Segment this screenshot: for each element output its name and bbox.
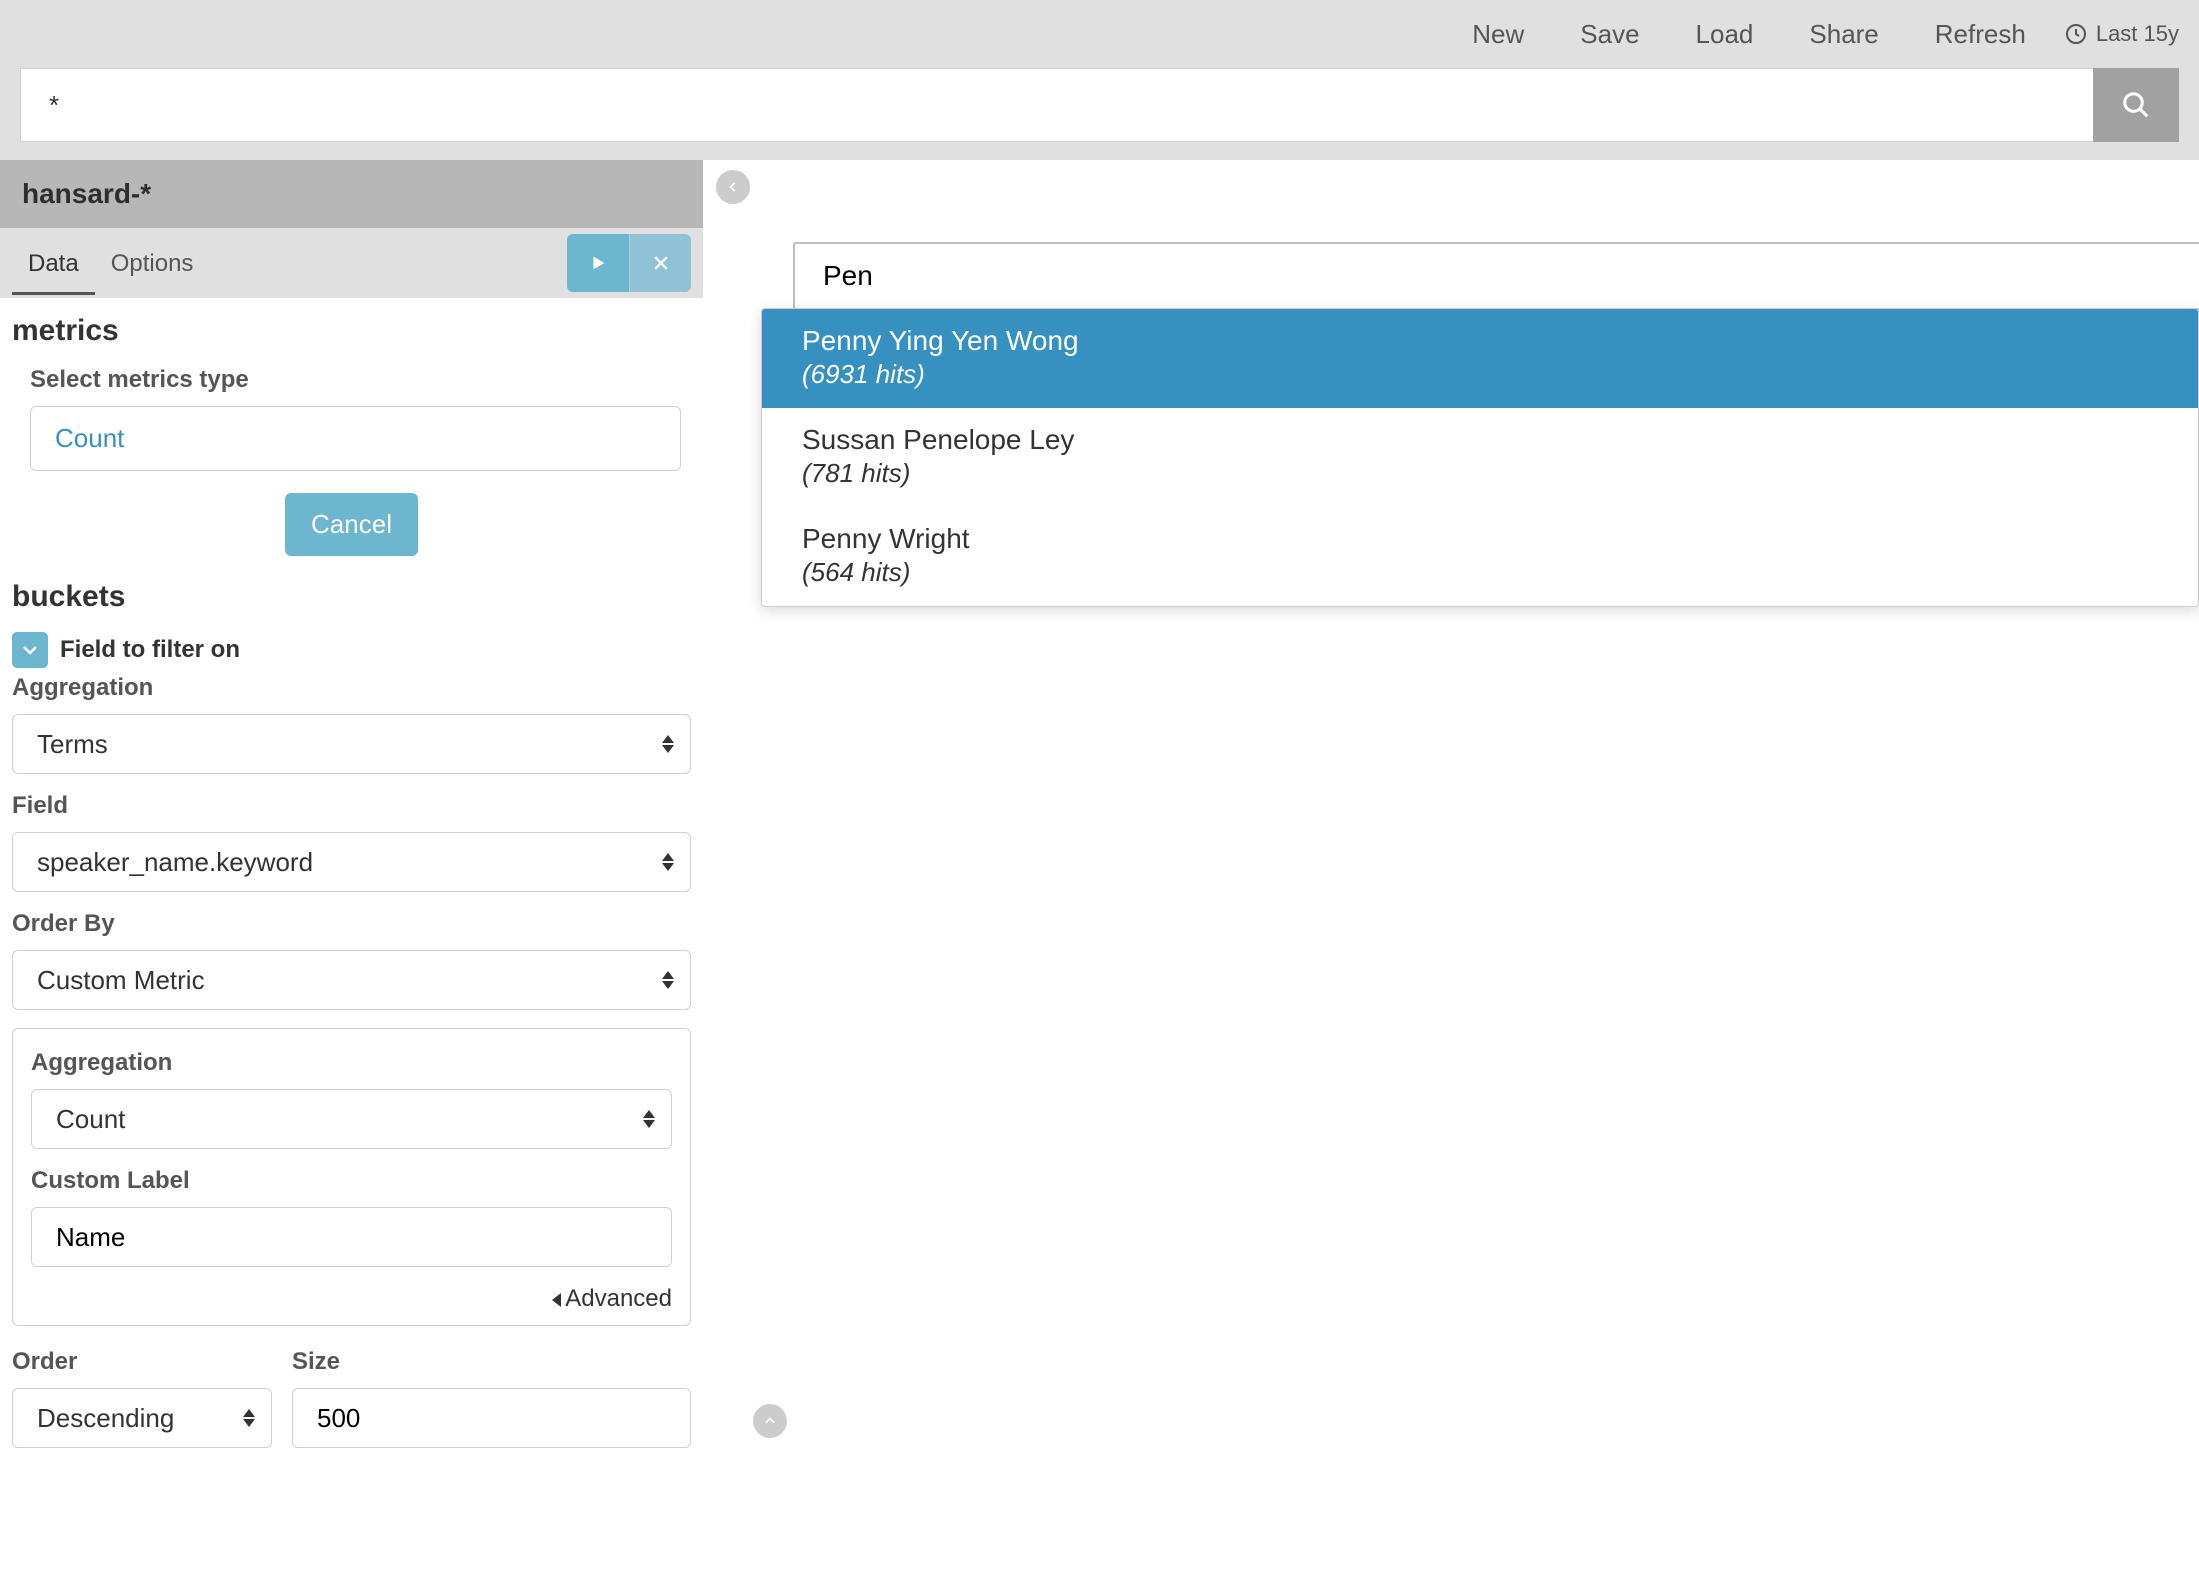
tabs-row: Data Options (0, 228, 703, 298)
bucket-toggle[interactable] (12, 632, 48, 668)
menu-share[interactable]: Share (1781, 19, 1906, 50)
aggregation-select[interactable]: Terms (12, 714, 691, 774)
bucket-filter-row: Field to filter on (12, 632, 691, 668)
order-select[interactable]: Descending (12, 1388, 272, 1448)
discard-button[interactable] (629, 234, 691, 292)
field-label: Field (12, 792, 691, 820)
top-toolbar: New Save Load Share Refresh Last 15y (0, 0, 2199, 68)
autocomplete-input[interactable] (823, 260, 2171, 292)
chevron-up-icon (763, 1414, 777, 1428)
content-area: Penny Ying Yen Wong (6931 hits) Sussan P… (763, 160, 2199, 1448)
sub-aggregation-label: Aggregation (31, 1049, 672, 1077)
field-value: speaker_name.keyword (37, 847, 313, 878)
custom-label-input[interactable] (31, 1207, 672, 1267)
tab-data[interactable]: Data (12, 232, 95, 295)
menu-new[interactable]: New (1444, 19, 1552, 50)
caret-left-icon (552, 1293, 561, 1307)
aggregation-label: Aggregation (12, 674, 691, 702)
advanced-label: Advanced (565, 1285, 672, 1312)
search-icon (2121, 90, 2151, 120)
autocomplete-dropdown: Penny Ying Yen Wong (6931 hits) Sussan P… (761, 308, 2199, 607)
autocomplete-item-hits: (6931 hits) (802, 359, 2158, 390)
tab-actions (567, 234, 691, 292)
select-caret-icon (643, 1110, 655, 1128)
autocomplete-item[interactable]: Penny Wright (564 hits) (762, 507, 2198, 606)
custom-metric-panel: Aggregation Count Custom Label Advanced (12, 1028, 691, 1326)
autocomplete-item-name: Penny Ying Yen Wong (802, 325, 2158, 357)
chevron-left-icon (726, 180, 740, 194)
field-select[interactable]: speaker_name.keyword (12, 832, 691, 892)
metrics-type-label: Select metrics type (30, 366, 691, 394)
play-icon (587, 252, 609, 274)
collapse-sidebar-button[interactable] (716, 170, 750, 204)
config-sidebar: hansard-* Data Options metrics Select me… (0, 160, 703, 1448)
orderby-select[interactable]: Custom Metric (12, 950, 691, 1010)
config-body: metrics Select metrics type Count Cancel… (0, 298, 703, 1448)
menu-save[interactable]: Save (1552, 19, 1667, 50)
menu-load[interactable]: Load (1668, 19, 1782, 50)
autocomplete-item-name: Sussan Penelope Ley (802, 424, 2158, 456)
custom-label-label: Custom Label (31, 1167, 672, 1195)
tabs: Data Options (12, 232, 567, 295)
order-value: Descending (37, 1403, 174, 1434)
search-button[interactable] (2093, 68, 2179, 142)
buckets-heading: buckets (12, 580, 691, 614)
size-label: Size (292, 1348, 691, 1376)
close-icon (651, 253, 671, 273)
main-layout: hansard-* Data Options metrics Select me… (0, 160, 2199, 1448)
select-caret-icon (662, 971, 674, 989)
caret-down-icon (22, 645, 38, 655)
autocomplete-item-name: Penny Wright (802, 523, 2158, 555)
searchbar-container (0, 68, 2199, 160)
sub-aggregation-select[interactable]: Count (31, 1089, 672, 1149)
cancel-button[interactable]: Cancel (285, 493, 418, 556)
orderby-label: Order By (12, 910, 691, 938)
orderby-value: Custom Metric (37, 965, 205, 996)
metric-count-box[interactable]: Count (30, 406, 681, 471)
scroll-up-button[interactable] (753, 1404, 787, 1438)
sub-aggregation-value: Count (56, 1104, 125, 1135)
time-range-label: Last 15y (2096, 21, 2179, 47)
searchbar (20, 68, 2179, 142)
collapse-column (703, 160, 763, 1448)
clock-icon (2064, 22, 2088, 46)
size-input[interactable] (292, 1388, 691, 1448)
bucket-filter-label: Field to filter on (60, 636, 240, 664)
autocomplete-item[interactable]: Penny Ying Yen Wong (6931 hits) (762, 309, 2198, 408)
autocomplete-input-wrap (793, 242, 2199, 310)
autocomplete-item-hits: (564 hits) (802, 557, 2158, 588)
autocomplete-item-hits: (781 hits) (802, 458, 2158, 489)
select-caret-icon (662, 853, 674, 871)
select-caret-icon (243, 1409, 255, 1427)
autocomplete-item[interactable]: Sussan Penelope Ley (781 hits) (762, 408, 2198, 507)
order-label: Order (12, 1348, 272, 1376)
query-input[interactable] (20, 68, 2093, 142)
scroll-up-wrap (753, 1404, 787, 1438)
apply-button[interactable] (567, 234, 629, 292)
select-caret-icon (662, 735, 674, 753)
time-range-picker[interactable]: Last 15y (2054, 21, 2179, 47)
menu-refresh[interactable]: Refresh (1907, 19, 2054, 50)
tab-options[interactable]: Options (95, 232, 210, 295)
metrics-heading: metrics (12, 314, 691, 348)
aggregation-value: Terms (37, 729, 108, 760)
advanced-toggle[interactable]: Advanced (31, 1267, 672, 1313)
index-pattern-header[interactable]: hansard-* (0, 160, 703, 228)
